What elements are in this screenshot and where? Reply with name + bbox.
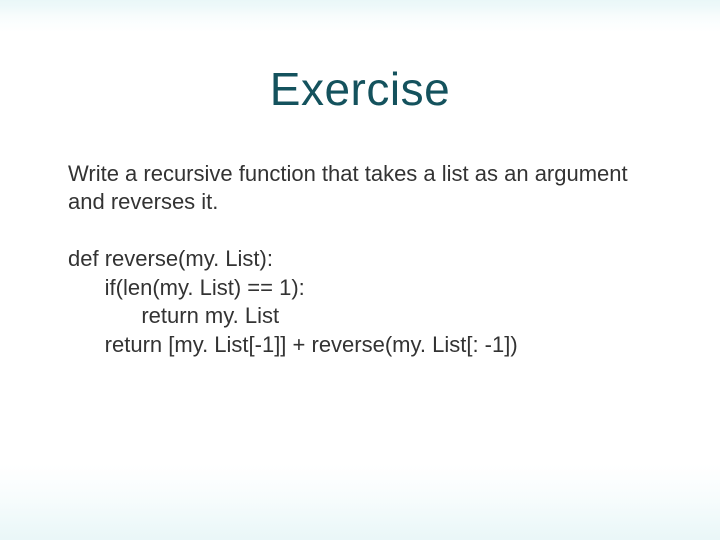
code-block: def reverse(my. List): if(len(my. List) … [68,245,660,359]
exercise-prompt: Write a recursive function that takes a … [68,160,660,215]
slide-title: Exercise [0,62,720,116]
slide-body: Write a recursive function that takes a … [68,160,660,359]
slide: Exercise Write a recursive function that… [0,0,720,540]
